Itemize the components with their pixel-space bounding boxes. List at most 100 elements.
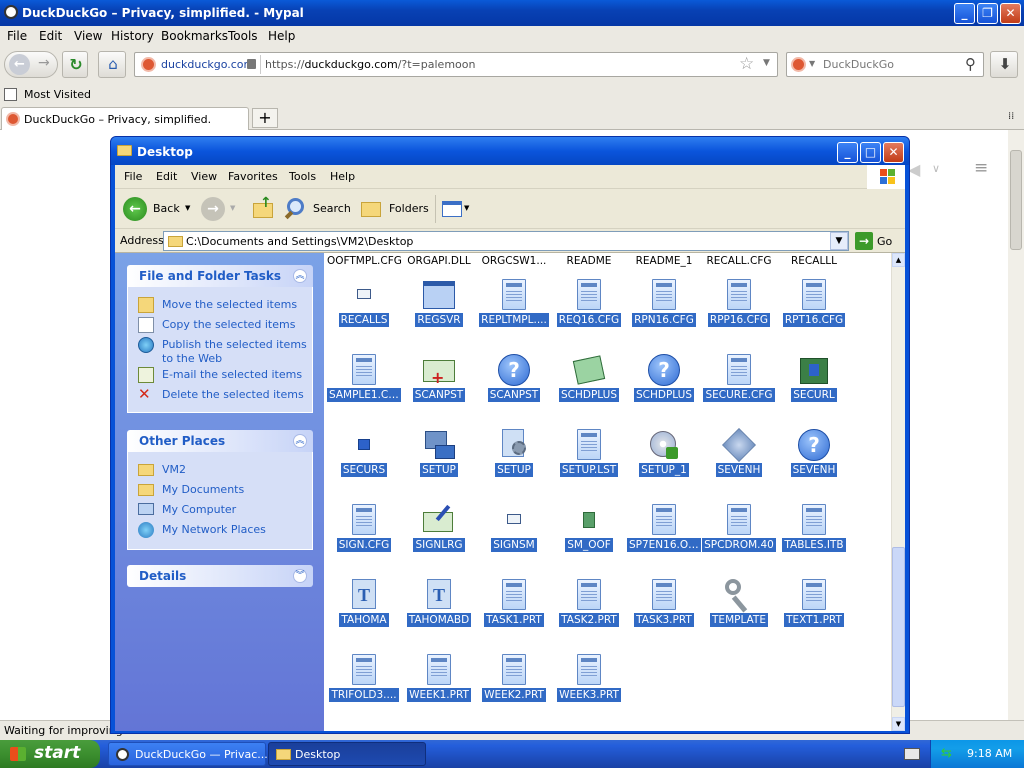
views-dropdown-icon[interactable]: ▼ bbox=[464, 204, 469, 212]
address-dropdown-icon[interactable]: ▼ bbox=[830, 232, 848, 250]
browser-minimize-button[interactable]: _ bbox=[954, 3, 975, 24]
views-button[interactable]: ▼ bbox=[435, 195, 471, 223]
keyboard-icon[interactable] bbox=[904, 748, 920, 760]
file-item-partial[interactable]: ORGAPI.DLL bbox=[402, 255, 476, 267]
file-item[interactable]: RPN16.CFG bbox=[627, 275, 701, 350]
most-visited-bookmark[interactable]: Most Visited bbox=[24, 88, 91, 101]
file-item[interactable]: SCHDPLUS bbox=[552, 350, 626, 425]
file-list-scrollbar[interactable]: ▲ ▼ bbox=[891, 253, 905, 731]
file-item[interactable]: SETUP_1 bbox=[627, 425, 701, 500]
file-item-partial[interactable]: OOFTMPL.CFG bbox=[327, 255, 402, 267]
file-item[interactable]: WEEK2.PRT bbox=[477, 650, 551, 725]
file-item-partial[interactable]: README_1 bbox=[627, 255, 701, 267]
file-item[interactable]: WEEK3.PRT bbox=[552, 650, 626, 725]
tab-duckduckgo[interactable]: DuckDuckGo – Privacy, simplified. bbox=[1, 107, 249, 130]
file-item[interactable]: ? SCHDPLUS bbox=[627, 350, 701, 425]
file-item[interactable]: SETUP.LST bbox=[552, 425, 626, 500]
hamburger-menu-icon[interactable]: ≡ bbox=[974, 158, 988, 178]
file-list-scroll-thumb[interactable] bbox=[892, 547, 905, 707]
browser-menu-view[interactable]: View bbox=[74, 29, 102, 43]
file-item[interactable]: T TAHOMABD bbox=[402, 575, 476, 650]
address-input[interactable]: C:\Documents and Settings\VM2\Desktop ▼ bbox=[163, 231, 849, 251]
file-item[interactable]: TEXT1.PRT bbox=[777, 575, 851, 650]
file-item[interactable]: TASK3.PRT bbox=[627, 575, 701, 650]
site-identity-button[interactable]: duckduckgo.com bbox=[137, 55, 261, 74]
file-item[interactable]: SECURS bbox=[327, 425, 401, 500]
file-item[interactable]: SIGNSM bbox=[477, 500, 551, 575]
browser-menu-tools[interactable]: Tools bbox=[228, 29, 258, 43]
file-item[interactable]: TASK1.PRT bbox=[477, 575, 551, 650]
file-item[interactable]: TABLES.ITB bbox=[777, 500, 851, 575]
browser-scroll-thumb[interactable] bbox=[1010, 150, 1022, 250]
file-item[interactable]: TASK2.PRT bbox=[552, 575, 626, 650]
explorer-minimize-button[interactable]: _ bbox=[837, 142, 858, 163]
explorer-forward-button[interactable]: → ▼ bbox=[199, 195, 241, 223]
file-item[interactable]: SP7EN16.OLB bbox=[627, 500, 701, 575]
up-folder-button[interactable]: ↑ bbox=[249, 195, 279, 223]
new-tab-button[interactable]: + bbox=[252, 108, 278, 128]
url-text[interactable]: https://duckduckgo.com/?t=palemoon bbox=[265, 58, 475, 71]
taskbar-item-browser[interactable]: DuckDuckGo — Privac... bbox=[108, 742, 268, 766]
explorer-menu-favorites[interactable]: Favorites bbox=[228, 170, 278, 183]
file-item[interactable]: T TAHOMA bbox=[327, 575, 401, 650]
file-item[interactable]: RPP16.CFG bbox=[702, 275, 776, 350]
file-item[interactable]: SIGN.CFG bbox=[327, 500, 401, 575]
browser-menu-file[interactable]: File bbox=[7, 29, 27, 43]
file-item[interactable]: SIGNLRG bbox=[402, 500, 476, 575]
explorer-search-button[interactable]: Search bbox=[284, 195, 351, 223]
file-item-partial[interactable]: ORGCSW1... bbox=[477, 255, 551, 267]
back-dropdown-icon[interactable]: ▼ bbox=[185, 204, 190, 212]
file-item[interactable]: SPCDROM.40 bbox=[702, 500, 776, 575]
back-button[interactable]: ← → bbox=[4, 51, 58, 78]
url-dropdown-icon[interactable]: ▼ bbox=[763, 58, 770, 68]
file-item[interactable]: SECURL bbox=[777, 350, 851, 425]
browser-close-button[interactable]: ✕ bbox=[1000, 3, 1021, 24]
explorer-menu-file[interactable]: File bbox=[124, 170, 142, 183]
file-item-partial[interactable]: README bbox=[552, 255, 626, 267]
home-button[interactable]: ⌂ bbox=[98, 51, 126, 78]
file-folder-tasks-header[interactable]: File and Folder Tasks ︽ bbox=[127, 265, 313, 287]
browser-menu-bookmarks[interactable]: Bookmarks bbox=[161, 29, 228, 43]
reload-button[interactable]: ↻ bbox=[62, 51, 88, 78]
details-header[interactable]: Details ︾ bbox=[127, 565, 313, 587]
file-item[interactable]: SETUP bbox=[477, 425, 551, 500]
file-item[interactable]: + SCANPST bbox=[402, 350, 476, 425]
collapse-chevron-icon[interactable]: ︽ bbox=[293, 269, 307, 283]
file-item[interactable]: REQ16.CFG bbox=[552, 275, 626, 350]
start-button[interactable]: start bbox=[0, 740, 100, 768]
file-item[interactable]: RECALLS bbox=[327, 275, 401, 350]
engine-dropdown-icon[interactable]: ▼ bbox=[809, 59, 815, 68]
file-item[interactable]: SM_OOF bbox=[552, 500, 626, 575]
explorer-title-bar[interactable]: Desktop _ □ ✕ bbox=[111, 137, 909, 165]
chevron-down-icon[interactable]: ∨ bbox=[932, 162, 940, 175]
tab-list-icon[interactable]: ⁞⁞ bbox=[1008, 111, 1014, 122]
file-item[interactable]: REGSVR bbox=[402, 275, 476, 350]
explorer-menu-tools[interactable]: Tools bbox=[289, 170, 316, 183]
url-bar[interactable]: duckduckgo.com https://duckduckgo.com/?t… bbox=[134, 52, 778, 77]
file-item[interactable]: TRIFOLD3.... bbox=[327, 650, 401, 725]
duckduckgo-engine-icon[interactable] bbox=[791, 57, 806, 72]
file-item[interactable]: RPT16.CFG bbox=[777, 275, 851, 350]
explorer-back-button[interactable]: ← Back ▼ bbox=[121, 195, 191, 223]
file-item[interactable]: ? SCANPST bbox=[477, 350, 551, 425]
file-item[interactable]: SEVENH bbox=[702, 425, 776, 500]
search-icon[interactable]: ⚲ bbox=[965, 55, 976, 73]
browser-menu-edit[interactable]: Edit bbox=[39, 29, 62, 43]
expand-chevron-icon[interactable]: ︾ bbox=[293, 569, 307, 583]
browser-menu-help[interactable]: Help bbox=[268, 29, 295, 43]
scroll-up-arrow-icon[interactable]: ▲ bbox=[892, 253, 905, 267]
browser-restore-button[interactable]: ❐ bbox=[977, 3, 998, 24]
network-tray-icon[interactable]: ⇆ bbox=[941, 746, 957, 762]
file-item[interactable]: WEEK1.PRT bbox=[402, 650, 476, 725]
go-button[interactable]: → Go bbox=[853, 231, 901, 251]
forward-dropdown-icon[interactable]: ▼ bbox=[230, 204, 235, 212]
file-item[interactable]: TEMPLATE bbox=[702, 575, 776, 650]
file-item-partial[interactable]: RECALL.CFG bbox=[702, 255, 776, 267]
file-item-partial[interactable]: RECALLL bbox=[777, 255, 851, 267]
file-item[interactable]: ? SEVENH bbox=[777, 425, 851, 500]
search-bar[interactable]: ▼ DuckDuckGo ⚲ bbox=[786, 52, 984, 77]
downloads-button[interactable]: ⬇ bbox=[990, 51, 1018, 78]
browser-menu-history[interactable]: History bbox=[111, 29, 154, 43]
file-item[interactable]: SETUP bbox=[402, 425, 476, 500]
scroll-down-arrow-icon[interactable]: ▼ bbox=[892, 717, 905, 731]
